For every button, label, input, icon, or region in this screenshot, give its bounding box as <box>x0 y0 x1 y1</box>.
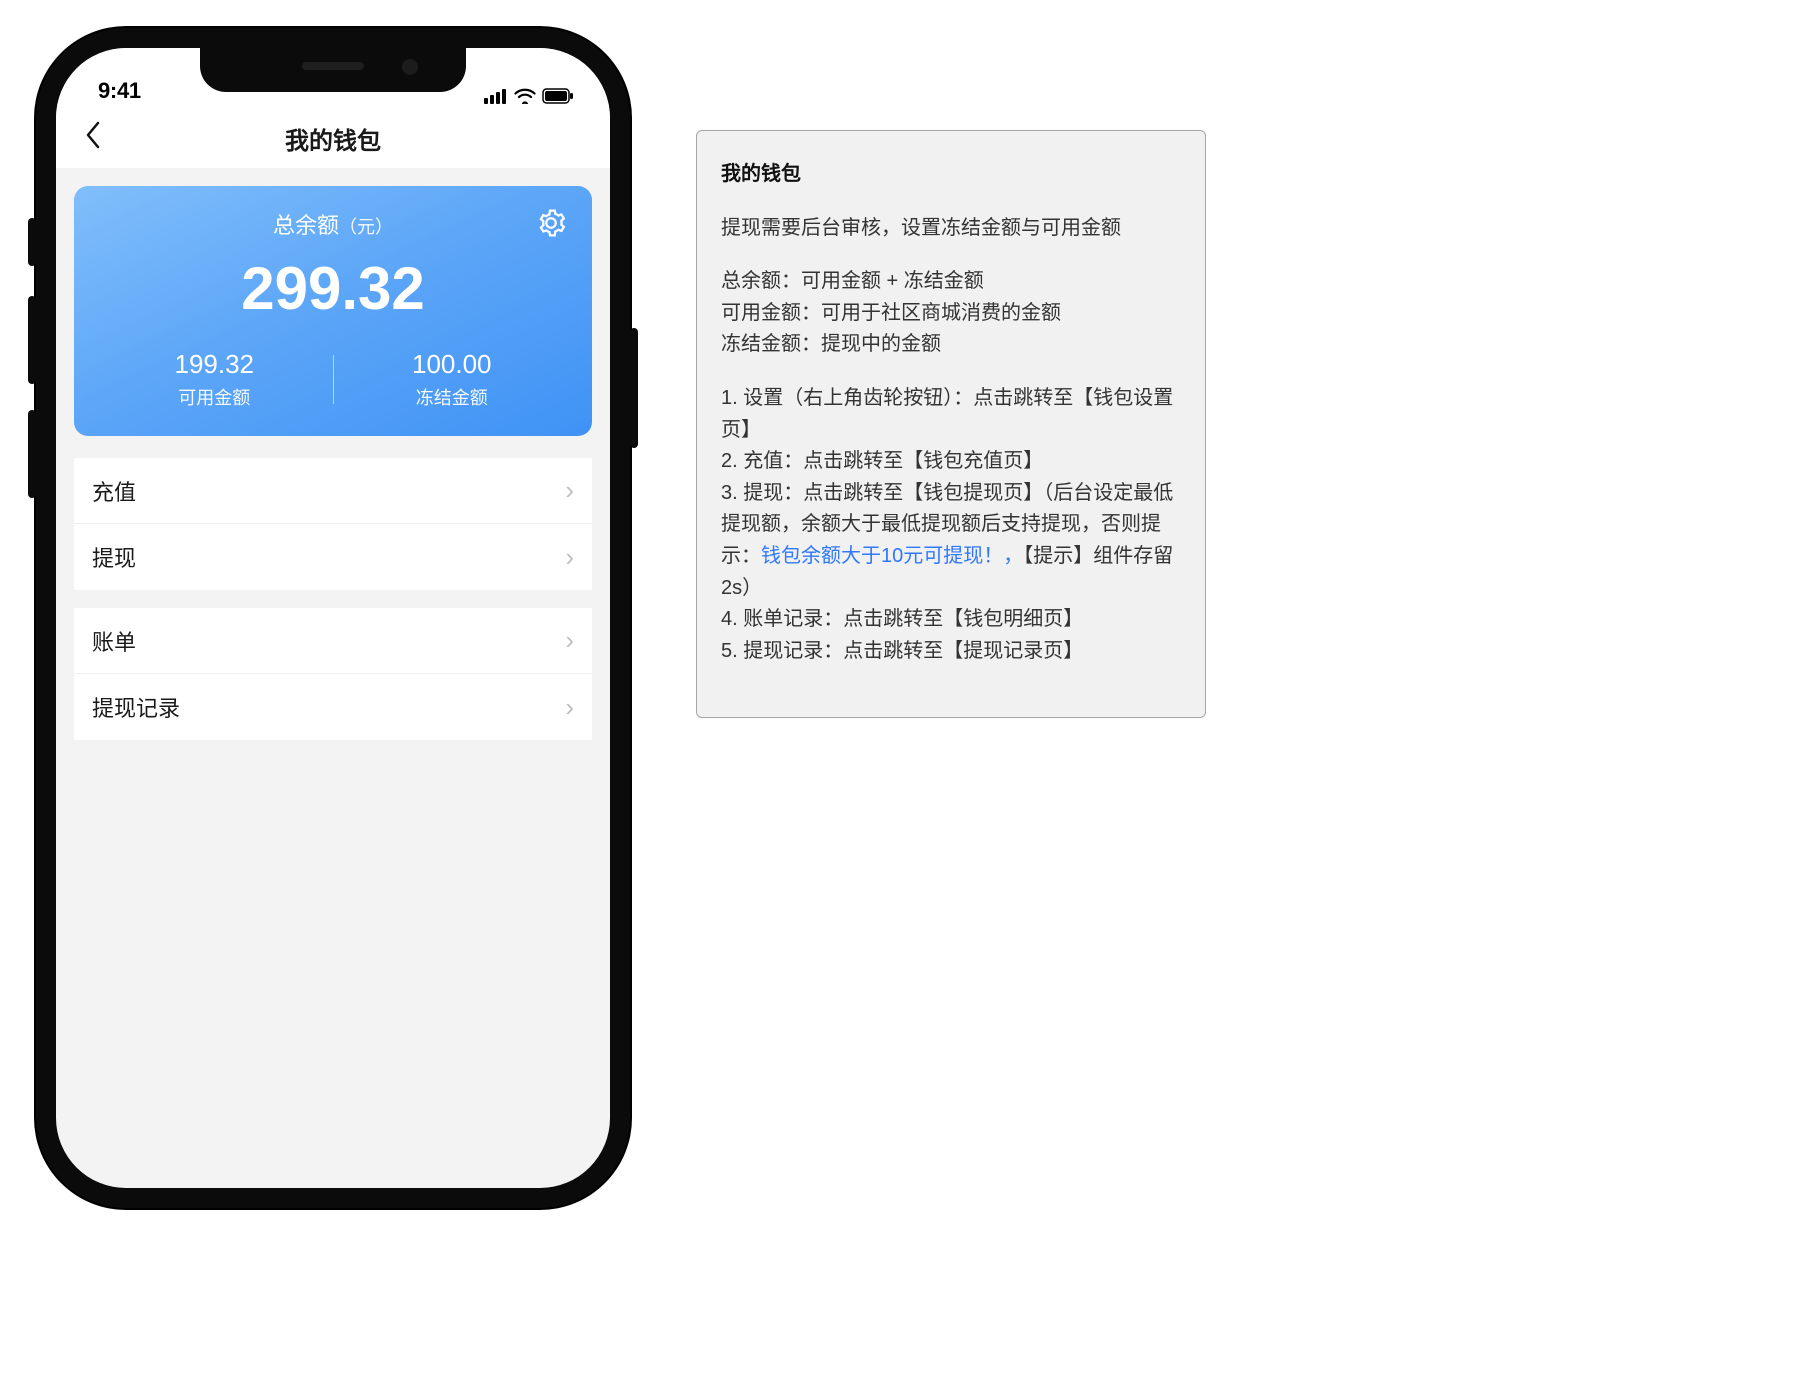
menu-withdraw-log[interactable]: 提现记录 › <box>74 674 592 740</box>
menu-bill[interactable]: 账单 › <box>74 608 592 674</box>
battery-icon <box>542 88 574 104</box>
side-button-mute <box>28 218 36 266</box>
balance-unit: （元） <box>339 217 393 237</box>
phone-screen: 9:41 我的钱包 总余额（元） <box>56 48 610 1188</box>
menu-group-2: 账单 › 提现记录 › <box>74 608 592 740</box>
side-button-power <box>630 328 638 448</box>
balance-title: 总余额 <box>273 213 339 238</box>
spec-title: 我的钱包 <box>721 159 1181 191</box>
notch-speaker <box>302 62 364 70</box>
frozen-col: 100.00 冻结金额 <box>334 349 571 410</box>
chevron-right-icon: › <box>565 542 574 573</box>
signal-icon <box>484 88 508 104</box>
available-col: 199.32 可用金额 <box>96 349 333 410</box>
side-button-vol-up <box>28 296 36 384</box>
spec-panel: 我的钱包 提现需要后台审核，设置冻结金额与可用金额 总余额：可用金额 + 冻结金… <box>696 130 1206 718</box>
available-label: 可用金额 <box>96 384 333 410</box>
menu-withdraw-label: 提现 <box>92 541 136 573</box>
chevron-right-icon: › <box>565 475 574 506</box>
notch-camera <box>402 59 418 75</box>
status-icons <box>484 88 574 104</box>
available-value: 199.32 <box>96 349 333 380</box>
menu-recharge-label: 充值 <box>92 475 136 507</box>
nav-bar: 我的钱包 <box>56 108 610 168</box>
gear-icon <box>536 208 566 238</box>
total-balance: 299.32 <box>96 254 570 323</box>
notch <box>200 48 466 92</box>
back-button[interactable] <box>76 121 110 155</box>
phone-frame: 9:41 我的钱包 总余额（元） <box>36 28 630 1208</box>
card-head: 总余额（元） <box>96 208 570 240</box>
frozen-label: 冻结金额 <box>334 384 571 410</box>
chevron-right-icon: › <box>565 625 574 656</box>
menu-withdraw[interactable]: 提现 › <box>74 524 592 590</box>
spec-p3: 1. 设置（右上角齿轮按钮）：点击跳转至【钱包设置页】 2. 充值：点击跳转至【… <box>721 383 1181 667</box>
canvas: 9:41 我的钱包 总余额（元） <box>0 0 1218 923</box>
wifi-icon <box>514 88 536 104</box>
menu-group-1: 充值 › 提现 › <box>74 458 592 590</box>
balance-split: 199.32 可用金额 100.00 冻结金额 <box>96 349 570 410</box>
settings-button[interactable] <box>536 208 566 244</box>
spec-p2: 总余额：可用金额 + 冻结金额 可用金额：可用于社区商城消费的金额 冻结金额：提… <box>721 266 1181 361</box>
menu-withdraw-log-label: 提现记录 <box>92 691 180 723</box>
menu-recharge[interactable]: 充值 › <box>74 458 592 524</box>
frozen-value: 100.00 <box>334 349 571 380</box>
spec-p3-link: 钱包余额大于10元可提现！， <box>761 545 1023 567</box>
spec-p3a: 1. 设置（右上角齿轮按钮）：点击跳转至【钱包设置页】 2. 充值：点击跳转至【… <box>721 387 1173 567</box>
balance-card: 总余额（元） 299.32 199.32 可用金额 100.00 <box>74 186 592 436</box>
content: 总余额（元） 299.32 199.32 可用金额 100.00 <box>56 168 610 758</box>
menu-bill-label: 账单 <box>92 625 136 657</box>
spec-p1: 提现需要后台审核，设置冻结金额与可用金额 <box>721 213 1181 245</box>
page-title: 我的钱包 <box>285 121 381 156</box>
chevron-right-icon: › <box>565 692 574 723</box>
status-time: 9:41 <box>98 78 141 104</box>
chevron-left-icon <box>84 121 102 149</box>
side-button-vol-down <box>28 410 36 498</box>
